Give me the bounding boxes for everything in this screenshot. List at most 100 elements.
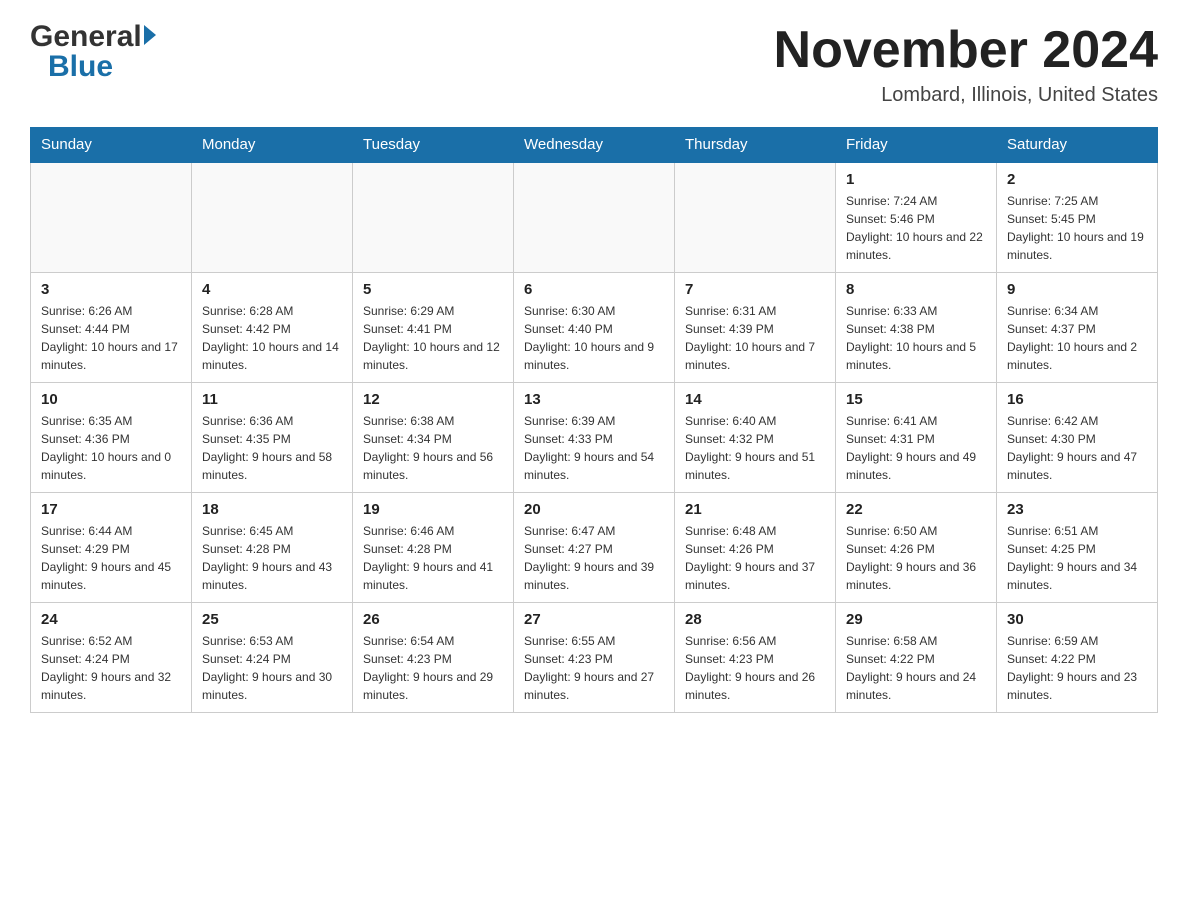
day-info: Sunrise: 6:42 AMSunset: 4:30 PMDaylight:… — [1007, 412, 1147, 484]
day-number: 2 — [1007, 171, 1147, 188]
calendar-cell: 29 Sunrise: 6:58 AMSunset: 4:22 PMDayligh… — [836, 603, 997, 713]
calendar-cell: 6 Sunrise: 6:30 AMSunset: 4:40 PMDaylight… — [514, 273, 675, 383]
day-info: Sunrise: 6:48 AMSunset: 4:26 PMDaylight:… — [685, 522, 825, 594]
day-number: 10 — [41, 391, 181, 408]
day-info: Sunrise: 6:31 AMSunset: 4:39 PMDaylight:… — [685, 302, 825, 374]
calendar-cell — [675, 162, 836, 273]
day-number: 9 — [1007, 281, 1147, 298]
calendar-cell: 3Sunrise: 6:26 AMSunset: 4:44 PMDaylight… — [31, 273, 192, 383]
day-number: 23 — [1007, 501, 1147, 518]
header-day-wednesday: Wednesday — [514, 128, 675, 163]
day-info: Sunrise: 6:51 AMSunset: 4:25 PMDaylight:… — [1007, 522, 1147, 594]
day-number: 16 — [1007, 391, 1147, 408]
calendar-cell: 9 Sunrise: 6:34 AMSunset: 4:37 PMDaylight… — [997, 273, 1158, 383]
day-info: Sunrise: 6:59 AMSunset: 4:22 PMDaylight:… — [1007, 632, 1147, 704]
day-info: Sunrise: 6:58 AMSunset: 4:22 PMDaylight:… — [846, 632, 986, 704]
day-info: Sunrise: 6:47 AMSunset: 4:27 PMDaylight:… — [524, 522, 664, 594]
calendar-cell: 16 Sunrise: 6:42 AMSunset: 4:30 PMDayligh… — [997, 383, 1158, 493]
day-info: Sunrise: 6:26 AMSunset: 4:44 PMDaylight:… — [41, 302, 181, 374]
day-number: 6 — [524, 281, 664, 298]
day-number: 13 — [524, 391, 664, 408]
day-number: 8 — [846, 281, 986, 298]
header-day-friday: Friday — [836, 128, 997, 163]
day-info: Sunrise: 6:46 AMSunset: 4:28 PMDaylight:… — [363, 522, 503, 594]
logo: General Blue — [30, 20, 156, 84]
day-number: 26 — [363, 611, 503, 628]
calendar-cell: 14 Sunrise: 6:40 AMSunset: 4:32 PMDayligh… — [675, 383, 836, 493]
calendar-cell: 11 Sunrise: 6:36 AMSunset: 4:35 PMDayligh… — [192, 383, 353, 493]
calendar-cell: 18Sunrise: 6:45 AMSunset: 4:28 PMDayligh… — [192, 493, 353, 603]
day-info: Sunrise: 6:45 AMSunset: 4:28 PMDaylight:… — [202, 522, 342, 594]
calendar-cell: 8 Sunrise: 6:33 AMSunset: 4:38 PMDaylight… — [836, 273, 997, 383]
day-number: 28 — [685, 611, 825, 628]
calendar-cell: 23 Sunrise: 6:51 AMSunset: 4:25 PMDayligh… — [997, 493, 1158, 603]
day-info: Sunrise: 6:53 AMSunset: 4:24 PMDaylight:… — [202, 632, 342, 704]
calendar-cell: 5 Sunrise: 6:29 AMSunset: 4:41 PMDaylight… — [353, 273, 514, 383]
day-number: 15 — [846, 391, 986, 408]
day-headers-row: SundayMondayTuesdayWednesdayThursdayFrid… — [31, 128, 1158, 163]
day-info: Sunrise: 6:33 AMSunset: 4:38 PMDaylight:… — [846, 302, 986, 374]
calendar-subtitle: Lombard, Illinois, United States — [774, 84, 1158, 107]
day-info: Sunrise: 6:52 AMSunset: 4:24 PMDaylight:… — [41, 632, 181, 704]
day-number: 11 — [202, 391, 342, 408]
day-number: 7 — [685, 281, 825, 298]
calendar-cell: 13 Sunrise: 6:39 AMSunset: 4:33 PMDayligh… — [514, 383, 675, 493]
calendar-cell: 19 Sunrise: 6:46 AMSunset: 4:28 PMDayligh… — [353, 493, 514, 603]
day-info: Sunrise: 6:50 AMSunset: 4:26 PMDaylight:… — [846, 522, 986, 594]
calendar-cell: 1Sunrise: 7:24 AMSunset: 5:46 PMDaylight… — [836, 162, 997, 273]
day-info: Sunrise: 6:54 AMSunset: 4:23 PMDaylight:… — [363, 632, 503, 704]
week-row-1: 1Sunrise: 7:24 AMSunset: 5:46 PMDaylight… — [31, 162, 1158, 273]
calendar-cell — [353, 162, 514, 273]
day-info: Sunrise: 6:56 AMSunset: 4:23 PMDaylight:… — [685, 632, 825, 704]
header-day-thursday: Thursday — [675, 128, 836, 163]
day-number: 22 — [846, 501, 986, 518]
day-number: 25 — [202, 611, 342, 628]
day-number: 1 — [846, 171, 986, 188]
day-number: 20 — [524, 501, 664, 518]
calendar-cell — [514, 162, 675, 273]
day-number: 24 — [41, 611, 181, 628]
day-number: 19 — [363, 501, 503, 518]
calendar-table: SundayMondayTuesdayWednesdayThursdayFrid… — [30, 127, 1158, 713]
header-day-saturday: Saturday — [997, 128, 1158, 163]
day-info: Sunrise: 6:38 AMSunset: 4:34 PMDaylight:… — [363, 412, 503, 484]
calendar-cell: 24 Sunrise: 6:52 AMSunset: 4:24 PMDayligh… — [31, 603, 192, 713]
calendar-cell: 7 Sunrise: 6:31 AMSunset: 4:39 PMDaylight… — [675, 273, 836, 383]
day-info: Sunrise: 6:35 AMSunset: 4:36 PMDaylight:… — [41, 412, 181, 484]
calendar-cell: 10 Sunrise: 6:35 AMSunset: 4:36 PMDayligh… — [31, 383, 192, 493]
day-info: Sunrise: 6:28 AMSunset: 4:42 PMDaylight:… — [202, 302, 342, 374]
day-info: Sunrise: 6:34 AMSunset: 4:37 PMDaylight:… — [1007, 302, 1147, 374]
calendar-cell: 20 Sunrise: 6:47 AMSunset: 4:27 PMDayligh… — [514, 493, 675, 603]
calendar-cell: 26 Sunrise: 6:54 AMSunset: 4:23 PMDayligh… — [353, 603, 514, 713]
header-day-sunday: Sunday — [31, 128, 192, 163]
day-info: Sunrise: 6:41 AMSunset: 4:31 PMDaylight:… — [846, 412, 986, 484]
day-number: 14 — [685, 391, 825, 408]
calendar-cell: 12 Sunrise: 6:38 AMSunset: 4:34 PMDayligh… — [353, 383, 514, 493]
day-number: 27 — [524, 611, 664, 628]
day-info: Sunrise: 6:44 AMSunset: 4:29 PMDaylight:… — [41, 522, 181, 594]
day-info: Sunrise: 7:25 AMSunset: 5:45 PMDaylight:… — [1007, 192, 1147, 264]
day-info: Sunrise: 6:40 AMSunset: 4:32 PMDaylight:… — [685, 412, 825, 484]
calendar-cell: 2 Sunrise: 7:25 AMSunset: 5:45 PMDaylight… — [997, 162, 1158, 273]
calendar-cell: 15 Sunrise: 6:41 AMSunset: 4:31 PMDayligh… — [836, 383, 997, 493]
header-day-tuesday: Tuesday — [353, 128, 514, 163]
day-info: Sunrise: 6:39 AMSunset: 4:33 PMDaylight:… — [524, 412, 664, 484]
day-number: 29 — [846, 611, 986, 628]
header-day-monday: Monday — [192, 128, 353, 163]
logo-general-text: General — [30, 20, 142, 54]
week-row-2: 3Sunrise: 6:26 AMSunset: 4:44 PMDaylight… — [31, 273, 1158, 383]
day-info: Sunrise: 6:30 AMSunset: 4:40 PMDaylight:… — [524, 302, 664, 374]
title-area: November 2024 Lombard, Illinois, United … — [774, 20, 1158, 107]
day-number: 30 — [1007, 611, 1147, 628]
day-number: 12 — [363, 391, 503, 408]
day-number: 21 — [685, 501, 825, 518]
calendar-cell: 21 Sunrise: 6:48 AMSunset: 4:26 PMDayligh… — [675, 493, 836, 603]
day-number: 17 — [41, 501, 181, 518]
calendar-cell: 22 Sunrise: 6:50 AMSunset: 4:26 PMDayligh… — [836, 493, 997, 603]
week-row-5: 24 Sunrise: 6:52 AMSunset: 4:24 PMDayligh… — [31, 603, 1158, 713]
day-info: Sunrise: 6:36 AMSunset: 4:35 PMDaylight:… — [202, 412, 342, 484]
day-number: 5 — [363, 281, 503, 298]
calendar-cell: 27Sunrise: 6:55 AMSunset: 4:23 PMDayligh… — [514, 603, 675, 713]
calendar-title: November 2024 — [774, 20, 1158, 80]
day-info: Sunrise: 6:29 AMSunset: 4:41 PMDaylight:… — [363, 302, 503, 374]
